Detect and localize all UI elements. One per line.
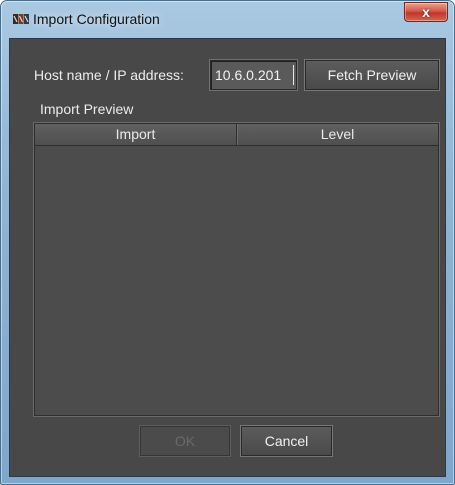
window-title: Import Configuration [33,11,160,27]
title-bar[interactable]: Import Configuration x [1,1,454,37]
host-input[interactable] [210,60,297,90]
text-caret [293,65,294,85]
column-header-level[interactable]: Level [237,124,438,145]
host-label: Host name / IP address: [34,67,184,83]
cancel-button[interactable]: Cancel [241,426,332,456]
import-preview-label: Import Preview [40,101,134,117]
import-preview-table[interactable]: Import Level [34,123,439,416]
app-logo-icon [13,14,29,24]
column-header-import[interactable]: Import [35,124,237,145]
dialog-content: Host name / IP address: Fetch Preview Im… [9,38,446,477]
close-icon: x [422,4,430,20]
close-button[interactable]: x [404,2,448,22]
dialog-window: Import Configuration x Host name / IP ad… [0,0,455,485]
table-header: Import Level [35,124,438,146]
ok-button[interactable]: OK [140,426,230,456]
table-body[interactable] [35,146,438,415]
fetch-preview-button[interactable]: Fetch Preview [305,60,439,90]
